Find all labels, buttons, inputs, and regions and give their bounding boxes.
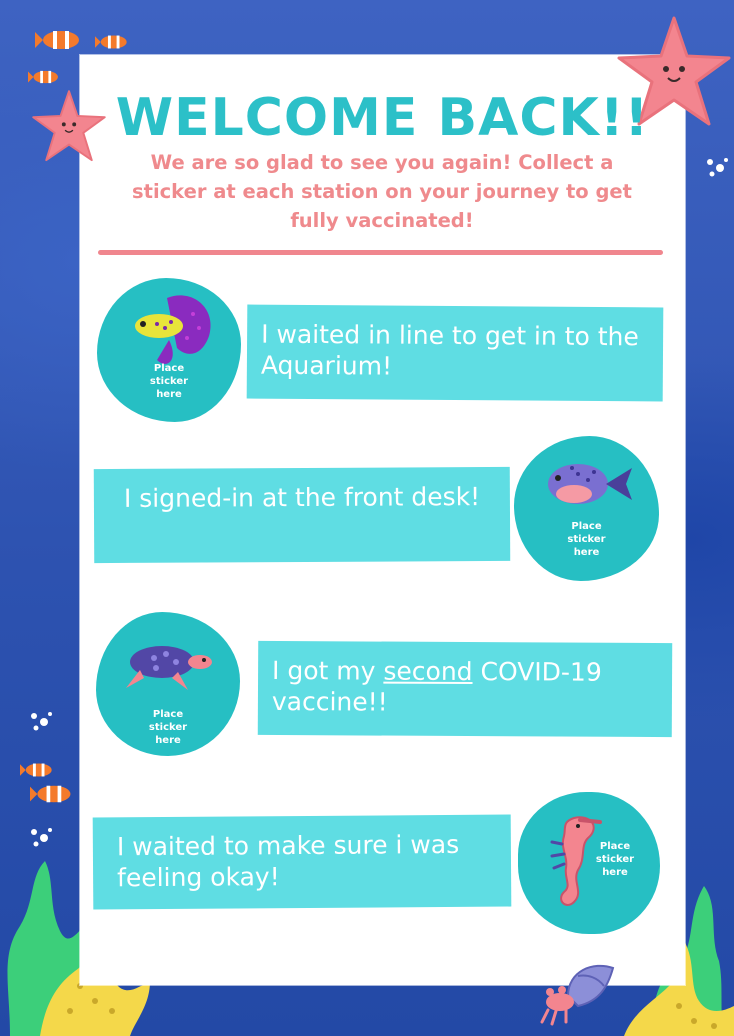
station-3-bar: I got my second COVID-19 vaccine!! [257, 640, 673, 738]
bubbles-icon [31, 712, 52, 731]
station-1-sticker[interactable]: Place sticker here [97, 278, 241, 422]
station-3-text-emphasis: second [383, 656, 473, 687]
clownfish-icon [20, 763, 52, 777]
station-4-text: I waited to make sure i was feeling okay… [116, 829, 460, 893]
station-4-sticker-label: Place sticker here [595, 841, 635, 878]
station-1-sticker-label: Place sticker here [149, 363, 189, 400]
poster: WELCOME BACK!! We are so glad to see you… [0, 0, 734, 1036]
pufferfish-icon [548, 464, 632, 504]
station-4-sticker[interactable]: Place sticker here [518, 792, 660, 934]
clownfish-icon [28, 70, 58, 84]
station-3-sticker[interactable]: Place sticker here [96, 612, 240, 756]
bubbles-icon [707, 158, 728, 177]
station-1-text: I waited in line to get in to the Aquari… [260, 319, 639, 381]
station-1-bar: I waited in line to get in to the Aquari… [246, 304, 664, 402]
clownfish-icon [30, 785, 71, 803]
station-2-text: I signed-in at the front desk! [123, 482, 481, 513]
hermit-crab-icon [540, 964, 615, 1026]
station-3-sticker-label: Place sticker here [148, 709, 188, 746]
station-2-bar: I signed-in at the front desk! [93, 466, 511, 564]
clownfish-icon [35, 31, 79, 49]
page-title: WELCOME BACK!! [115, 88, 650, 148]
station-4-bar: I waited to make sure i was feeling okay… [92, 814, 512, 910]
page-subtitle: We are so glad to see you again! Collect… [132, 151, 632, 232]
station-2-sticker[interactable]: Place sticker here [514, 436, 659, 581]
station-2-sticker-label: Place sticker here [567, 521, 606, 558]
divider [98, 250, 663, 255]
bubbles-icon [31, 828, 52, 847]
station-3-text-before: I got my [272, 655, 384, 686]
clownfish-icon [95, 35, 127, 49]
